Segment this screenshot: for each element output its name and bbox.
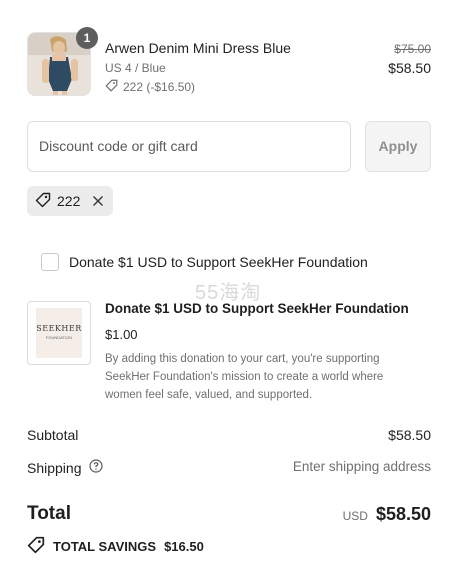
quantity-badge: 1 xyxy=(76,27,98,49)
compare-at-price: $75.00 xyxy=(394,42,431,56)
foundation-logo-text: SEEKHER xyxy=(36,324,82,333)
help-circle-icon[interactable] xyxy=(88,459,103,476)
donation-description: By adding this donation to your cart, yo… xyxy=(105,353,384,401)
product-discount: 222 (-$16.50) xyxy=(105,79,195,95)
subtotal-value: $58.50 xyxy=(388,427,431,443)
donation-title: Donate $1 USD to Support SeekHer Foundat… xyxy=(105,301,409,316)
donation-checkbox-label: Donate $1 USD to Support SeekHer Foundat… xyxy=(69,254,368,270)
savings-label: TOTAL SAVINGS xyxy=(53,539,157,554)
total-value: $58.50 xyxy=(375,504,431,524)
apply-button[interactable]: Apply xyxy=(365,121,431,172)
donation-price: $1.00 xyxy=(105,327,138,342)
donation-checkbox[interactable] xyxy=(41,253,59,271)
product-name: Arwen Denim Mini Dress Blue xyxy=(105,40,291,56)
foundation-logo: SEEKHER FOUNDATION xyxy=(36,308,82,358)
total-currency: USD xyxy=(342,509,368,523)
tag-icon xyxy=(27,536,45,557)
close-icon[interactable] xyxy=(92,195,104,207)
tag-icon xyxy=(35,192,51,211)
applied-discount-chip: 222 xyxy=(27,186,113,216)
product-price: $58.50 xyxy=(388,60,431,76)
total-amount: USD $58.50 xyxy=(343,504,431,525)
foundation-logo-subtext: FOUNDATION xyxy=(45,335,73,340)
product-discount-text: 222 (-$16.50) xyxy=(123,80,196,94)
savings-value: $16.50 xyxy=(164,539,204,554)
donation-option[interactable]: Donate $1 USD to Support SeekHer Foundat… xyxy=(41,253,368,271)
tag-icon xyxy=(105,79,118,95)
subtotal-label: Subtotal xyxy=(27,427,79,443)
applied-code-label: 222 xyxy=(57,193,81,209)
total-label: Total xyxy=(27,503,71,524)
donation-image: SEEKHER FOUNDATION xyxy=(27,301,91,365)
shipping-value: Enter shipping address xyxy=(292,459,431,474)
discount-code-input[interactable]: Discount code or gift card xyxy=(27,121,351,172)
shipping-row: Shipping xyxy=(27,459,103,476)
total-savings: TOTAL SAVINGS $16.50 xyxy=(27,536,204,557)
cart-line-item: 1 Arwen Denim Mini Dress Blue US 4 / Blu… xyxy=(27,27,431,100)
shipping-label: Shipping xyxy=(27,459,82,476)
product-variant: US 4 / Blue xyxy=(105,61,166,75)
